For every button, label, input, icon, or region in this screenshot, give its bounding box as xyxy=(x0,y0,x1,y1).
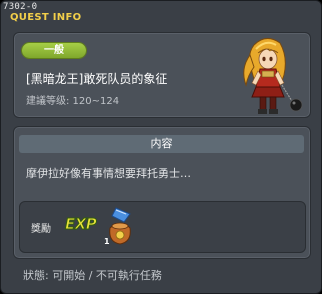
reward-label: 獎勵 xyxy=(31,224,51,235)
exp-reward-label: EXP xyxy=(64,215,97,234)
quest-category-badge: 一般 xyxy=(22,43,86,58)
quest-description: 摩伊拉好像有事情想要拜托勇士… xyxy=(26,167,191,180)
svg-text:1: 1 xyxy=(104,237,110,246)
content-section-header: 内容 xyxy=(19,135,304,153)
quest-info-window: 7302-0 QUEST INFO 一般 [黑暗龙王]敢死队员的象征 建議等级:… xyxy=(0,0,322,294)
window-title: QUEST INFO xyxy=(10,12,82,23)
quest-id-label: 7302-0 xyxy=(3,2,38,12)
npc-character-portrait xyxy=(243,38,303,114)
quest-title: [黑暗龙王]敢死队员的象征 xyxy=(26,72,168,86)
recommended-level: 建議等级: 120~124 xyxy=(26,96,120,107)
quest-status: 狀態: 可開始 / 不可執行任務 xyxy=(23,269,162,282)
quest-summary-panel: 一般 [黑暗龙王]敢死队员的象征 建議等级: 120~124 xyxy=(13,32,311,118)
quest-content-panel: 内容 摩伊拉好像有事情想要拜托勇士… 獎勵 EXP 1 xyxy=(13,126,311,259)
reward-box: 獎勵 EXP 1 xyxy=(19,201,306,253)
reward-item-icon[interactable]: 1 xyxy=(102,206,136,246)
